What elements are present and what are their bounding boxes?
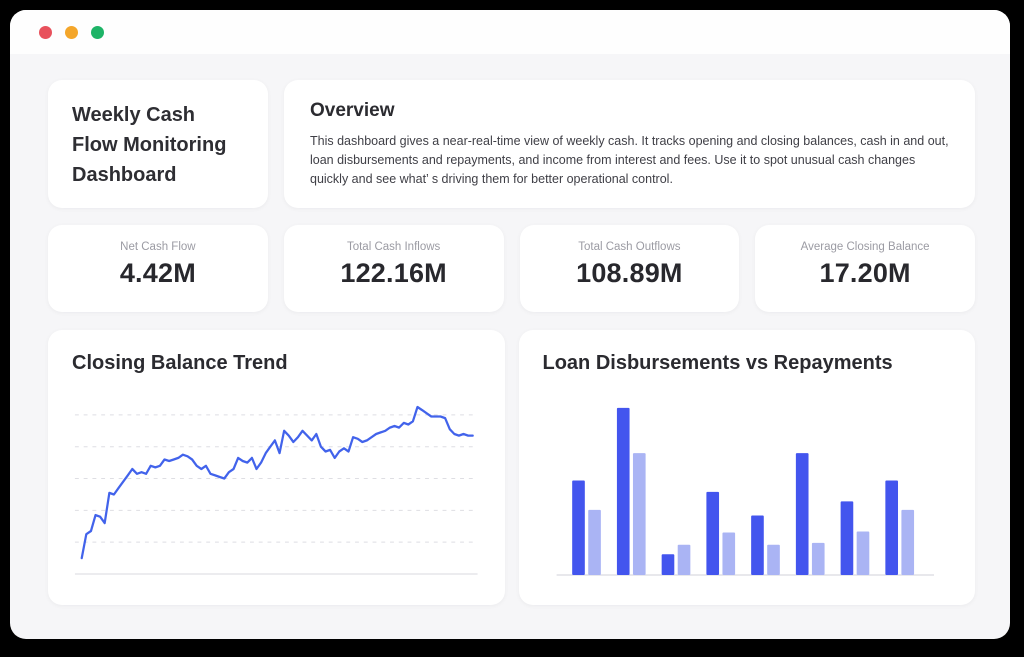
- kpi-label: Average Closing Balance: [763, 241, 967, 253]
- kpi-card-total-cash-inflows: Total Cash Inflows 122.16M: [284, 225, 504, 312]
- window-titlebar: [10, 10, 1010, 54]
- window-minimize-button[interactable]: [65, 26, 78, 39]
- window-zoom-button[interactable]: [91, 26, 104, 39]
- overview-description: This dashboard gives a near-real-time vi…: [310, 132, 949, 189]
- dashboard-content: Weekly Cash Flow Monitoring Dashboard Ov…: [10, 54, 1010, 605]
- overview-title: Overview: [310, 100, 949, 122]
- loan-disbursements-vs-repayments-card: Loan Disbursements vs Repayments: [519, 330, 976, 605]
- kpi-label: Total Cash Inflows: [292, 241, 496, 253]
- kpi-value: 17.20M: [763, 258, 967, 289]
- kpi-card-average-closing-balance: Average Closing Balance 17.20M: [755, 225, 975, 312]
- app-window: Weekly Cash Flow Monitoring Dashboard Ov…: [10, 10, 1010, 639]
- kpi-value: 4.42M: [56, 258, 260, 289]
- page-title: Weekly Cash Flow Monitoring Dashboard: [72, 100, 244, 190]
- closing-balance-trend-card: Closing Balance Trend: [48, 330, 505, 605]
- loan-disbursements-bar-chart: [543, 391, 952, 583]
- window-close-button[interactable]: [39, 26, 52, 39]
- overview-card: Overview This dashboard gives a near-rea…: [284, 80, 975, 208]
- chart-title: Loan Disbursements vs Repayments: [543, 352, 952, 375]
- kpi-label: Total Cash Outflows: [528, 241, 732, 253]
- kpi-value: 122.16M: [292, 258, 496, 289]
- closing-balance-line-chart: [72, 391, 481, 583]
- kpi-value: 108.89M: [528, 258, 732, 289]
- chart-title: Closing Balance Trend: [72, 352, 481, 375]
- dashboard-title-card: Weekly Cash Flow Monitoring Dashboard: [48, 80, 268, 208]
- kpi-card-net-cash-flow: Net Cash Flow 4.42M: [48, 225, 268, 312]
- kpi-card-total-cash-outflows: Total Cash Outflows 108.89M: [520, 225, 740, 312]
- kpi-label: Net Cash Flow: [56, 241, 260, 253]
